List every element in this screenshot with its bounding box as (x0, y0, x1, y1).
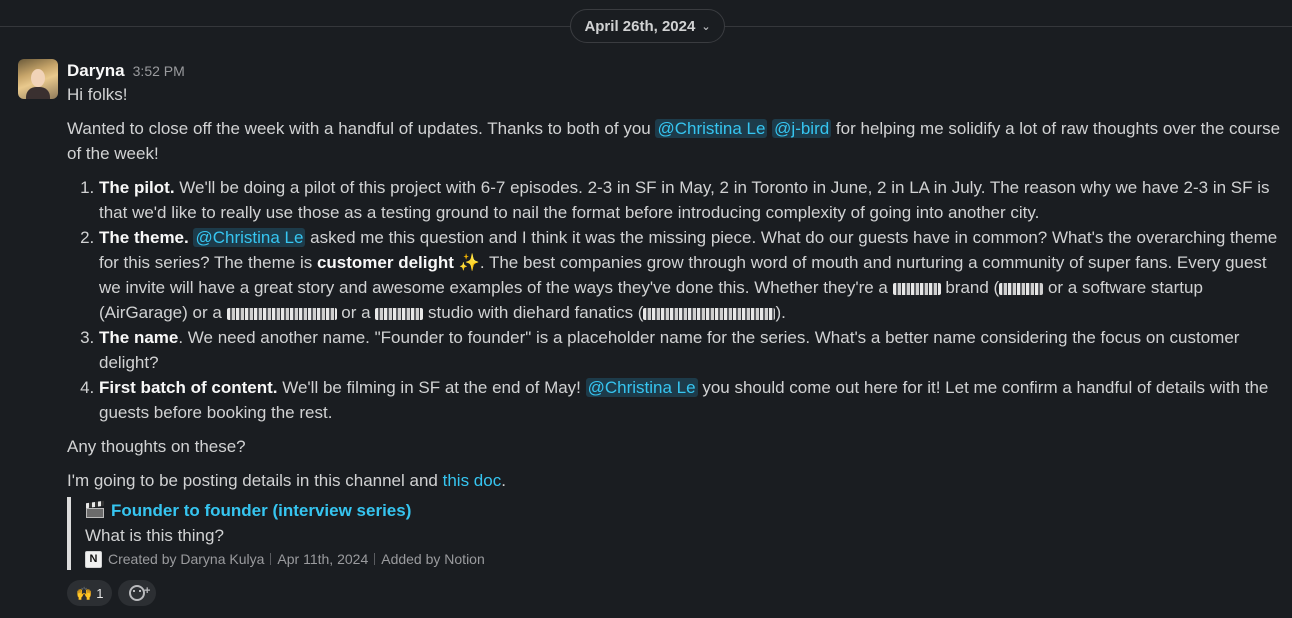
mention-christina[interactable]: @Christina Le (585, 378, 698, 397)
notion-icon: N (85, 550, 102, 568)
mention-j-bird[interactable]: @j-bird (772, 119, 832, 138)
date-divider-button[interactable]: April 26th, 2024 ⌄ (570, 9, 725, 43)
reactions-bar: 🙌 1 (67, 579, 1282, 606)
update-list: The pilot. We'll be doing a pilot of thi… (67, 175, 1282, 425)
list-item: First batch of content. We'll be filming… (99, 375, 1282, 425)
divider (374, 553, 376, 565)
clapperboard-icon (85, 500, 105, 518)
doc-link[interactable]: this doc (443, 471, 502, 490)
created-by: Created by Daryna Kulya (108, 550, 265, 567)
intro-paragraph: Wanted to close off the week with a hand… (67, 119, 1281, 163)
redacted-text (892, 282, 941, 295)
greeting-text: Hi folks! (67, 85, 128, 104)
redacted-text (226, 307, 337, 320)
mention-christina[interactable]: @Christina Le (193, 228, 306, 247)
redacted-text (999, 282, 1044, 295)
message: Daryna 3:52 PM Hi folks! Wanted to close… (67, 58, 1282, 606)
redacted-text (643, 307, 776, 320)
list-item: The name. We need another name. "Founder… (99, 325, 1282, 375)
author-name[interactable]: Daryna (67, 58, 125, 83)
unfurl-subtitle: What is this thing? (85, 526, 224, 545)
redacted-text (375, 307, 424, 320)
unfurl-title[interactable]: Founder to founder (interview series) (111, 498, 411, 523)
reaction-raised-hands[interactable]: 🙌 1 (67, 580, 113, 606)
avatar[interactable] (18, 59, 58, 99)
closing-paragraph: I'm going to be posting details in this … (67, 471, 506, 490)
question-text: Any thoughts on these? (67, 437, 246, 456)
link-unfurl: Founder to founder (interview series) Wh… (67, 497, 1282, 570)
reaction-count: 1 (96, 585, 104, 601)
timestamp[interactable]: 3:52 PM (133, 59, 185, 84)
list-item: The pilot. We'll be doing a pilot of thi… (99, 175, 1282, 225)
date-label: April 26th, 2024 (584, 17, 696, 35)
unfurl-title-link[interactable]: Founder to founder (interview series) (85, 497, 1282, 523)
mention-christina[interactable]: @Christina Le (655, 119, 768, 138)
raised-hands-emoji: 🙌 (76, 585, 93, 601)
unfurl-meta: N Created by Daryna Kulya Apr 11th, 2024… (85, 548, 1282, 570)
created-date: Apr 11th, 2024 (277, 550, 369, 567)
added-by: Added by Notion (381, 550, 485, 567)
divider (270, 553, 272, 565)
add-reaction-button[interactable] (118, 579, 157, 606)
add-reaction-icon (129, 579, 150, 604)
chevron-down-icon: ⌄ (701, 20, 711, 33)
sparkles-emoji: ✨ (458, 253, 480, 272)
message-header: Daryna 3:52 PM (67, 58, 1282, 80)
list-item: The theme. @Christina Le asked me this q… (99, 225, 1282, 325)
